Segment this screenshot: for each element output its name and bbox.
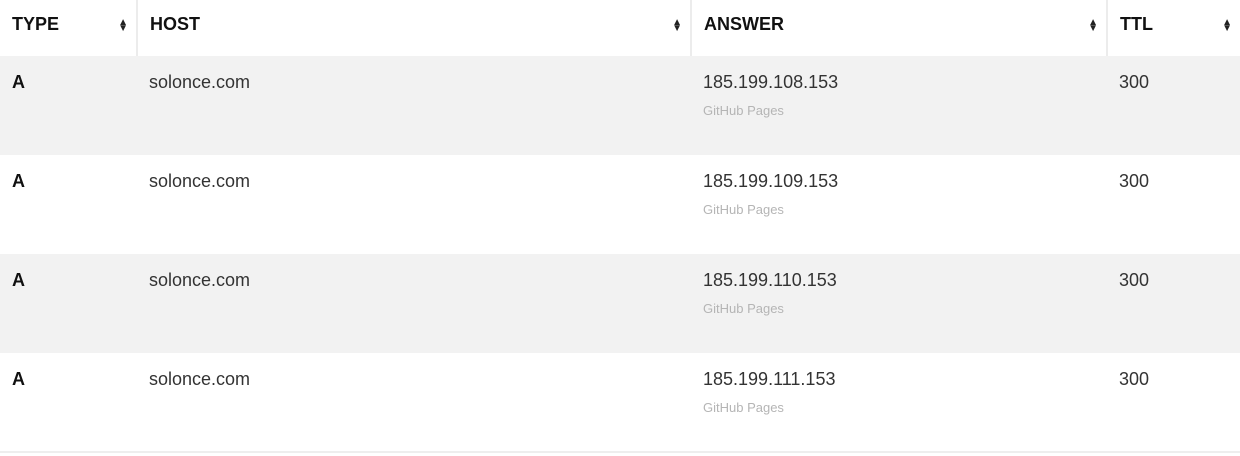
- cell-answer: 185.199.111.153 GitHub Pages: [691, 353, 1107, 453]
- table-row: A solonce.com 185.199.109.153 GitHub Page…: [0, 155, 1240, 254]
- answer-note: GitHub Pages: [703, 103, 784, 118]
- cell-type: A: [0, 56, 137, 155]
- cell-host: solonce.com: [149, 171, 251, 191]
- answer-ip: 185.199.110.153: [703, 270, 837, 290]
- answer-note: GitHub Pages: [703, 301, 784, 316]
- header-row: TYPE ▲ ▼ HOST ▲ ▼ ANSWER ▲ ▼ TTL ▲ ▼: [0, 0, 1240, 56]
- sort-icon[interactable]: ▲ ▼: [672, 18, 682, 34]
- cell-type: A: [12, 171, 25, 191]
- column-header-type[interactable]: TYPE ▲ ▼: [0, 0, 137, 56]
- cell-ttl: 300: [1107, 56, 1240, 155]
- column-label: TTL: [1120, 14, 1153, 34]
- cell-answer: 185.199.108.153 GitHub Pages: [691, 56, 1107, 155]
- sort-icon[interactable]: ▲ ▼: [1088, 18, 1098, 34]
- table-row: A solonce.com 185.199.111.153 GitHub Page…: [0, 353, 1240, 453]
- dns-records-table: TYPE ▲ ▼ HOST ▲ ▼ ANSWER ▲ ▼ TTL ▲ ▼ A solonce.c…: [0, 0, 1240, 453]
- sort-icon[interactable]: ▲ ▼: [1222, 18, 1232, 34]
- column-label: ANSWER: [704, 14, 784, 34]
- column-header-ttl[interactable]: TTL ▲ ▼: [1106, 0, 1240, 56]
- cell-type: A: [0, 353, 137, 453]
- column-header-host[interactable]: HOST ▲ ▼: [136, 0, 691, 56]
- cell-answer: 185.199.110.153 GitHub Pages: [691, 254, 1107, 353]
- cell-answer: 185.199.109.153 GitHub Pages: [691, 155, 1107, 254]
- table-row: A solonce.com 185.199.108.153 GitHub Page…: [0, 56, 1240, 155]
- column-label: HOST: [150, 14, 201, 34]
- column-header-answer[interactable]: ANSWER ▲ ▼: [690, 0, 1107, 56]
- answer-note: GitHub Pages: [703, 202, 784, 217]
- answer-ip: 185.199.111.153: [703, 369, 836, 389]
- cell-ttl: 300: [1107, 353, 1240, 453]
- cell-ttl: 300: [1107, 254, 1240, 353]
- answer-ip: 185.199.109.153: [703, 171, 839, 191]
- cell-ttl: 300: [1119, 171, 1150, 191]
- table-row: A solonce.com 185.199.110.153 GitHub Page…: [0, 254, 1240, 353]
- cell-host: solonce.com: [137, 56, 691, 155]
- column-label: TYPE: [12, 14, 60, 34]
- cell-host: solonce.com: [137, 353, 691, 453]
- answer-ip: 185.199.108.153: [703, 72, 839, 92]
- cell-host: solonce.com: [137, 254, 691, 353]
- cell-type: A: [0, 254, 137, 353]
- sort-icon[interactable]: ▲ ▼: [118, 18, 128, 34]
- answer-note: GitHub Pages: [703, 400, 784, 415]
